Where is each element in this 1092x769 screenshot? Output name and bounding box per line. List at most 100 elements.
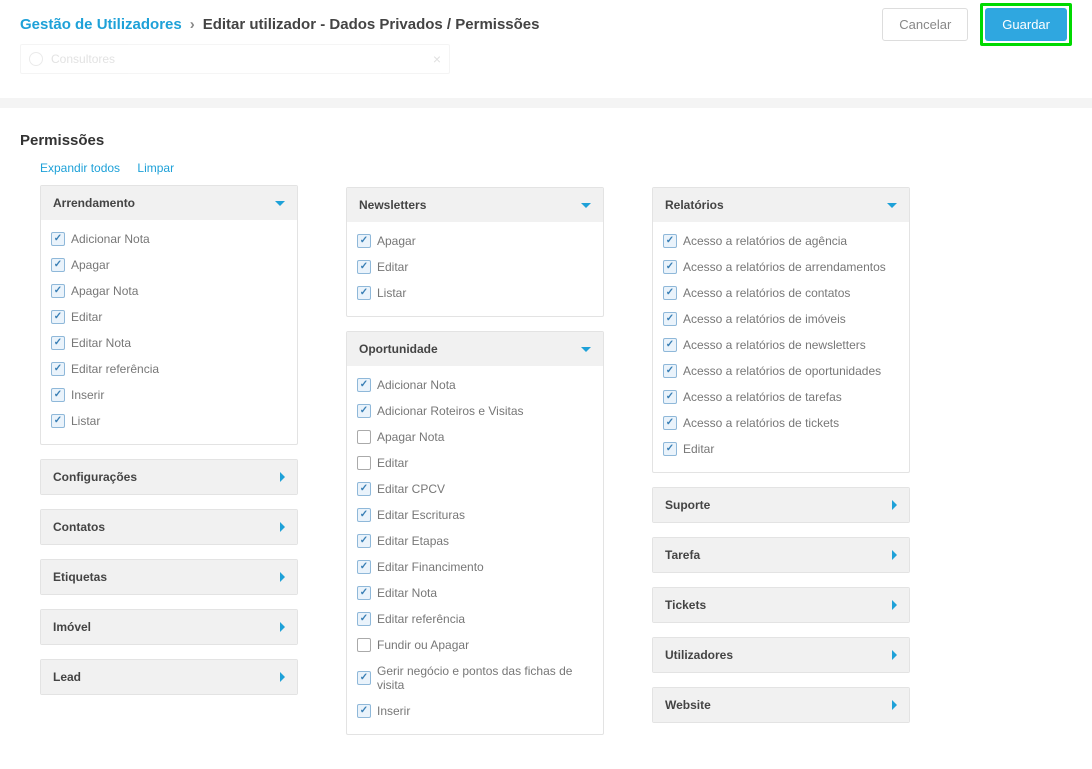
perm-label: Editar Financimento — [377, 560, 484, 574]
perm-label: Apagar Nota — [71, 284, 138, 298]
checkbox[interactable] — [51, 258, 65, 272]
section-divider — [0, 98, 1092, 108]
panel-head-oportunidade[interactable]: Oportunidade — [347, 332, 603, 366]
checkbox[interactable] — [663, 416, 677, 430]
checkbox[interactable] — [51, 336, 65, 350]
expand-all-link[interactable]: Expandir todos — [40, 161, 120, 175]
chevron-down-icon — [275, 201, 285, 206]
checkbox[interactable] — [357, 534, 371, 548]
chevron-right-icon — [892, 700, 897, 710]
checkbox[interactable] — [357, 430, 371, 444]
tag-text: Consultores — [51, 52, 115, 66]
panel-head-etiquetas[interactable]: Etiquetas — [41, 560, 297, 594]
checkbox[interactable] — [663, 390, 677, 404]
checkbox[interactable] — [357, 638, 371, 652]
panel-head-tickets[interactable]: Tickets — [653, 588, 909, 622]
perm-label: Acesso a relatórios de imóveis — [683, 312, 846, 326]
save-button[interactable]: Guardar — [985, 8, 1067, 41]
panel-head-relatorios[interactable]: Relatórios — [653, 188, 909, 222]
checkbox[interactable] — [357, 260, 371, 274]
panel-title: Oportunidade — [359, 342, 438, 356]
checkbox[interactable] — [51, 388, 65, 402]
checkbox[interactable] — [663, 338, 677, 352]
checkbox[interactable] — [357, 586, 371, 600]
checkbox[interactable] — [663, 260, 677, 274]
checkbox[interactable] — [357, 286, 371, 300]
column-2: Newsletters Apagar Editar Listar Oportun… — [346, 161, 604, 749]
panel-head-suporte[interactable]: Suporte — [653, 488, 909, 522]
section-title-permissions: Permissões — [20, 132, 1072, 149]
panel-head-lead[interactable]: Lead — [41, 660, 297, 694]
column-3: Relatórios Acesso a relatórios de agênci… — [652, 161, 910, 737]
panel-title: Tarefa — [665, 548, 700, 562]
panel-head-website[interactable]: Website — [653, 688, 909, 722]
panel-suporte: Suporte — [652, 487, 910, 523]
chevron-right-icon — [280, 472, 285, 482]
checkbox[interactable] — [51, 362, 65, 376]
perm-label: Editar Escrituras — [377, 508, 465, 522]
panel-lead: Lead — [40, 659, 298, 695]
panel-title: Lead — [53, 670, 81, 684]
breadcrumb: Gestão de Utilizadores › Editar utilizad… — [20, 16, 540, 33]
checkbox[interactable] — [357, 671, 371, 685]
checkbox[interactable] — [51, 284, 65, 298]
checkbox[interactable] — [663, 364, 677, 378]
spacer — [652, 161, 910, 177]
checkbox[interactable] — [357, 404, 371, 418]
panel-title: Suporte — [665, 498, 710, 512]
checkbox[interactable] — [357, 234, 371, 248]
cancel-button[interactable]: Cancelar — [882, 8, 968, 41]
checkbox[interactable] — [357, 612, 371, 626]
spacer — [346, 161, 604, 177]
checkbox[interactable] — [663, 286, 677, 300]
checkbox[interactable] — [51, 232, 65, 246]
checkbox[interactable] — [663, 442, 677, 456]
panel-title: Configurações — [53, 470, 137, 484]
breadcrumb-link-users[interactable]: Gestão de Utilizadores — [20, 16, 182, 33]
perm-label: Editar — [683, 442, 714, 456]
tag-close-icon[interactable]: × — [433, 51, 441, 67]
panel-title: Newsletters — [359, 198, 426, 212]
panel-title: Utilizadores — [665, 648, 733, 662]
panel-head-tarefa[interactable]: Tarefa — [653, 538, 909, 572]
panel-title: Relatórios — [665, 198, 724, 212]
perm-label: Editar referência — [377, 612, 465, 626]
tag-input-row[interactable]: Consultores × — [20, 44, 450, 74]
checkbox[interactable] — [357, 508, 371, 522]
panel-title: Website — [665, 698, 711, 712]
checkbox[interactable] — [51, 310, 65, 324]
panel-head-utilizadores[interactable]: Utilizadores — [653, 638, 909, 672]
panel-title: Tickets — [665, 598, 706, 612]
chevron-right-icon — [892, 600, 897, 610]
chevron-right-icon — [892, 550, 897, 560]
panel-head-configuracoes[interactable]: Configurações — [41, 460, 297, 494]
chevron-down-icon — [581, 347, 591, 352]
panel-head-imovel[interactable]: Imóvel — [41, 610, 297, 644]
panel-title: Imóvel — [53, 620, 91, 634]
panel-head-newsletters[interactable]: Newsletters — [347, 188, 603, 222]
checkbox[interactable] — [663, 234, 677, 248]
checkbox[interactable] — [357, 456, 371, 470]
checkbox[interactable] — [357, 560, 371, 574]
panel-head-contatos[interactable]: Contatos — [41, 510, 297, 544]
checkbox[interactable] — [663, 312, 677, 326]
panel-links: Expandir todos Limpar — [40, 161, 298, 175]
panel-arrendamento: Arrendamento Adicionar Nota Apagar Apaga… — [40, 185, 298, 445]
panel-configuracoes: Configurações — [40, 459, 298, 495]
permissions-columns: Expandir todos Limpar Arrendamento Adici… — [0, 161, 1092, 769]
perm-label: Adicionar Roteiros e Visitas — [377, 404, 524, 418]
checkbox[interactable] — [357, 378, 371, 392]
perm-label: Acesso a relatórios de tarefas — [683, 390, 842, 404]
perm-label: Acesso a relatórios de newsletters — [683, 338, 866, 352]
panel-title: Arrendamento — [53, 196, 135, 210]
perm-label: Editar Nota — [377, 586, 437, 600]
checkbox[interactable] — [357, 482, 371, 496]
panel-head-arrendamento[interactable]: Arrendamento — [41, 186, 297, 220]
perm-label: Acesso a relatórios de contatos — [683, 286, 850, 300]
panel-tickets: Tickets — [652, 587, 910, 623]
checkbox[interactable] — [357, 704, 371, 718]
checkbox[interactable] — [51, 414, 65, 428]
panel-newsletters: Newsletters Apagar Editar Listar — [346, 187, 604, 317]
clear-link[interactable]: Limpar — [137, 161, 174, 175]
column-1: Expandir todos Limpar Arrendamento Adici… — [40, 161, 298, 709]
